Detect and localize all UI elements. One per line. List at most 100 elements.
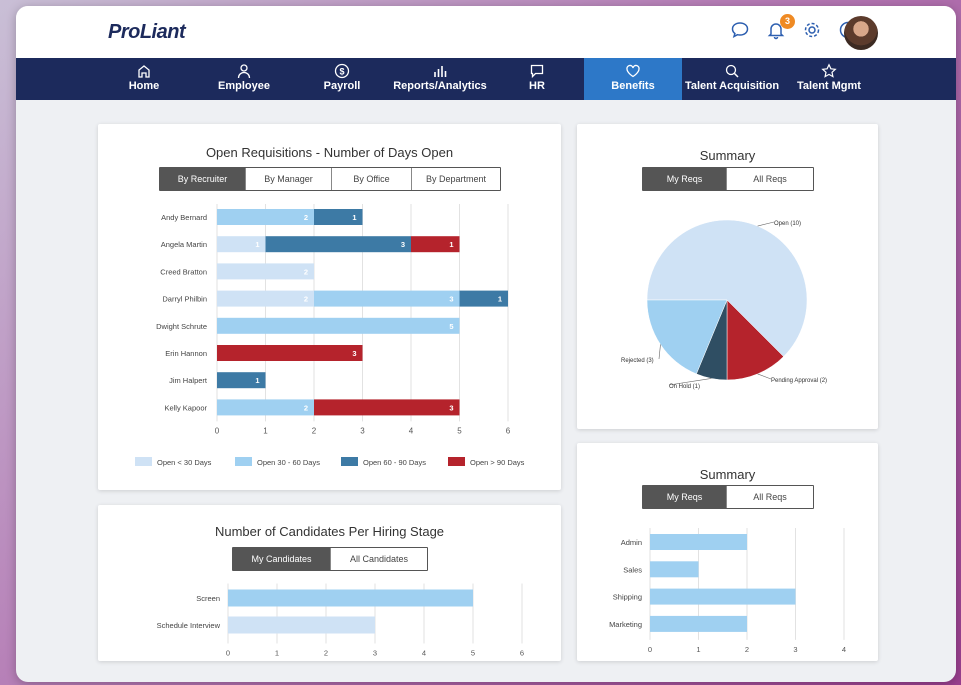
tick-label: 5 <box>471 649 475 658</box>
data-label: 2 <box>304 213 308 222</box>
bar <box>650 615 747 632</box>
bar-segment <box>217 317 460 334</box>
category-label: Kelly Kapoor <box>164 403 207 412</box>
bar-segment <box>314 399 460 416</box>
category-label: Admin <box>621 538 642 547</box>
nav-item-label: Talent Mgmt <box>797 80 861 92</box>
tick-label: 0 <box>226 649 230 658</box>
bar <box>228 589 473 607</box>
slice-label: Pending Approval (2) <box>771 378 827 384</box>
tick-label: 2 <box>745 645 749 654</box>
legend-label: Open 60 - 90 Days <box>363 458 426 467</box>
tick-label: 1 <box>275 649 279 658</box>
heart-icon <box>626 64 640 78</box>
bar <box>650 561 699 578</box>
category-label: Shipping <box>613 593 642 602</box>
tick-label: 2 <box>312 426 317 435</box>
tick-label: 3 <box>360 426 365 435</box>
bar-segment <box>217 399 314 416</box>
nav-item-home[interactable]: Home <box>112 58 176 100</box>
bar-segment <box>265 236 411 253</box>
requisitions-card: Open Requisitions - Number of Days Open … <box>98 124 561 490</box>
top-icons: 3 ? <box>730 14 860 42</box>
tick-label: 3 <box>793 645 797 654</box>
nav-item-employee[interactable]: Employee <box>206 58 282 100</box>
tick-label: 1 <box>263 426 268 435</box>
data-label: 2 <box>304 295 308 304</box>
category-label: Screen <box>196 594 220 603</box>
bell-icon[interactable]: 3 <box>766 14 795 42</box>
top-bar: ProLiant 3 ? <box>16 6 956 58</box>
legend-swatch <box>341 457 358 466</box>
department-chart: 0 1 2 3 4 Admin Sales Shipping Marketing <box>609 528 846 654</box>
bar-chart-icon <box>434 66 447 77</box>
nav-item-label: HR <box>529 80 545 92</box>
tick-label: 6 <box>520 649 524 658</box>
bar <box>228 616 375 634</box>
chat-bubble-icon[interactable] <box>730 20 752 42</box>
home-icon <box>138 65 150 78</box>
gear-icon[interactable] <box>802 20 824 42</box>
category-label: Andy Bernard <box>161 213 207 222</box>
nav-item-payroll[interactable]: $ Payroll <box>312 58 372 100</box>
legend-swatch <box>448 457 465 466</box>
tick-label: 4 <box>842 645 846 654</box>
summary-pie-chart: Open (10) Pending Approval (2) On Hold (1)… <box>621 219 827 390</box>
nav-item-label: Talent Acquisition <box>684 80 780 92</box>
bar-segment <box>217 209 314 225</box>
bar-segment <box>314 290 460 307</box>
tick-label: 2 <box>324 649 328 658</box>
data-label: 2 <box>304 403 308 412</box>
legend-label: Open < 30 Days <box>157 458 212 467</box>
main-nav: Home Employee $ Payroll Reports/Analytic… <box>16 58 956 100</box>
requisitions-chart: 0 1 2 3 4 5 6 Andy Bernard 2 1 Angela Martin 1 3 1 Cre… <box>135 204 525 467</box>
bar-segment <box>217 263 314 280</box>
data-label: 3 <box>449 295 453 304</box>
data-label: 3 <box>401 240 405 249</box>
nav-item-label: Home <box>128 80 160 92</box>
data-label: 1 <box>255 376 259 385</box>
category-label: Schedule Interview <box>157 621 221 630</box>
tick-label: 3 <box>373 649 377 658</box>
summary-pie-card: Summary My Reqs All Reqs Open (10) Pendin… <box>577 124 878 429</box>
tick-label: 4 <box>409 426 414 435</box>
dollar-icon: $ <box>334 63 350 79</box>
star-icon <box>821 63 837 78</box>
category-label: Marketing <box>609 620 642 629</box>
slice-label: On Hold (1) <box>669 384 700 390</box>
bar-segment <box>217 290 314 307</box>
nav-item-reports[interactable]: Reports/Analytics <box>388 58 492 100</box>
data-label: 2 <box>304 267 308 276</box>
nav-item-label: Benefits <box>611 80 655 92</box>
bar <box>650 534 747 550</box>
nav-item-talent-acquisition[interactable]: Talent Acquisition <box>684 58 780 100</box>
category-label: Darryl Philbin <box>162 295 207 304</box>
candidates-chart: 0 1 2 3 4 5 6 Screen Schedule Interview <box>157 583 524 658</box>
data-label: 1 <box>352 213 356 222</box>
avatar[interactable] <box>844 16 878 50</box>
slice-label: Rejected (3) <box>621 358 654 364</box>
nav-item-talent-mgmt[interactable]: Talent Mgmt <box>792 58 866 100</box>
legend-label: Open 30 - 60 Days <box>257 458 320 467</box>
svg-text:$: $ <box>339 67 344 77</box>
legend-swatch <box>135 457 152 466</box>
slice-label: Open (10) <box>774 221 801 227</box>
brand-logo[interactable]: ProLiant <box>108 21 186 44</box>
search-icon <box>725 64 739 78</box>
bar-segment <box>217 345 363 361</box>
bar <box>650 588 796 605</box>
nav-item-benefits[interactable]: Benefits <box>584 58 682 100</box>
leader-line <box>658 344 661 360</box>
leader-line <box>757 221 775 227</box>
legend-label: Open > 90 Days <box>470 458 525 467</box>
notification-badge: 3 <box>780 14 795 29</box>
legend-swatch <box>235 457 252 466</box>
category-label: Angela Martin <box>161 240 207 249</box>
nav-item-hr[interactable]: HR <box>516 58 558 100</box>
tick-label: 6 <box>506 426 511 435</box>
candidates-card: Number of Candidates Per Hiring Stage My… <box>98 505 561 661</box>
category-label: Sales <box>623 565 642 574</box>
tick-label: 1 <box>696 645 700 654</box>
person-icon <box>237 64 251 79</box>
category-label: Creed Bratton <box>160 267 207 276</box>
